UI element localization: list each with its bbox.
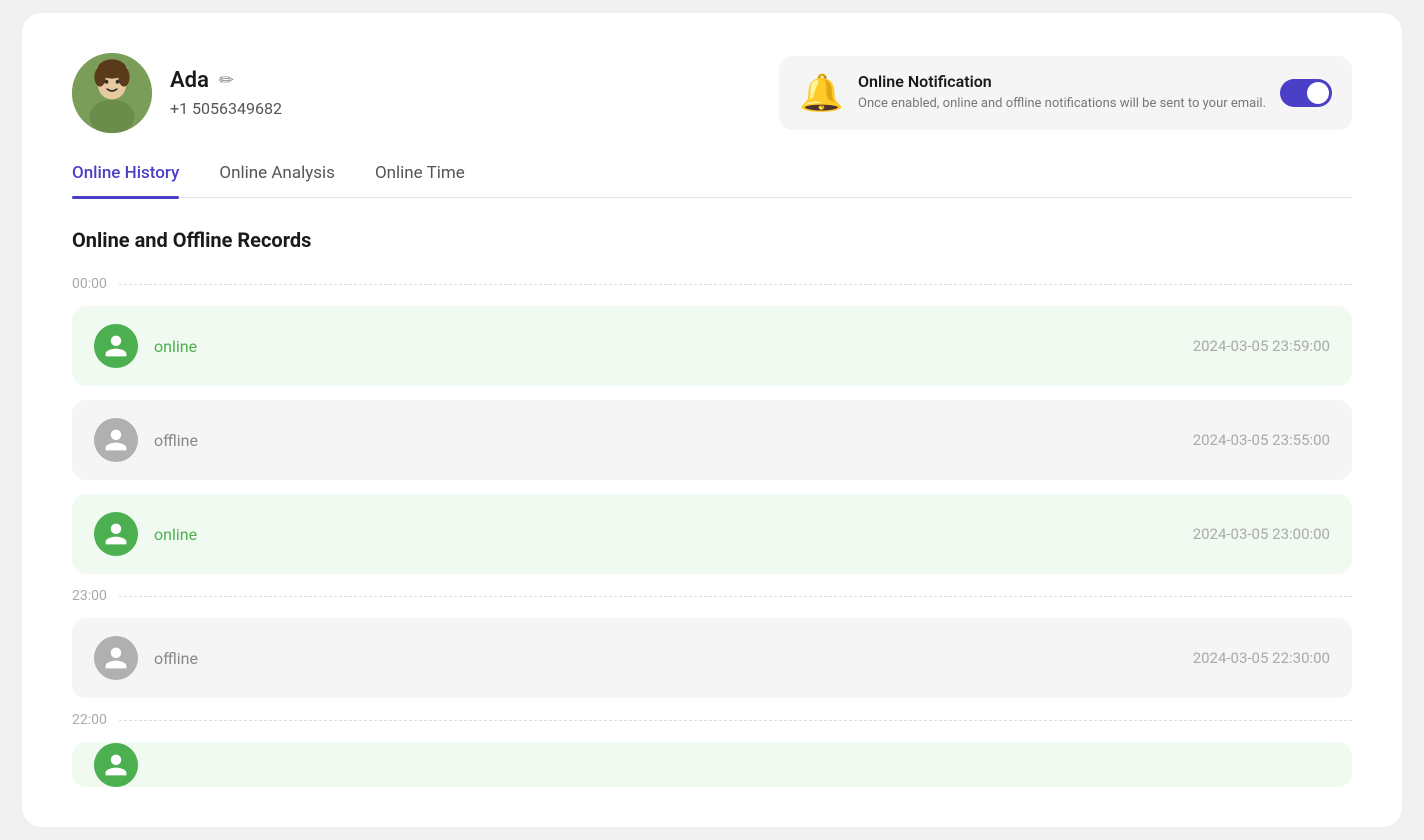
status-label-online: online	[154, 525, 1177, 544]
main-card: Ada ✏ +1 5056349682 🔔 Online Notificatio…	[22, 13, 1402, 827]
edit-icon[interactable]: ✏	[219, 70, 234, 91]
avatar	[72, 53, 152, 133]
record-timestamp: 2024-03-05 23:55:00	[1193, 431, 1330, 449]
notification-toggle[interactable]	[1280, 79, 1332, 107]
record-timestamp: 2024-03-05 23:00:00	[1193, 525, 1330, 543]
tab-online-time[interactable]: Online Time	[375, 163, 465, 197]
time-marker-2200: 22:00	[72, 712, 1352, 728]
record-item: online 2024-03-05 23:00:00	[72, 494, 1352, 574]
time-marker-0000: 00:00	[72, 276, 1352, 292]
record-item: online 2024-03-05 23:59:00	[72, 306, 1352, 386]
record-timestamp: 2024-03-05 22:30:00	[1193, 649, 1330, 667]
status-label-offline: offline	[154, 649, 1177, 668]
online-status-icon	[94, 743, 138, 787]
status-label-online: online	[154, 337, 1177, 356]
timeline: 00:00 online 2024-03-05 23:59:00 offline…	[72, 276, 1352, 787]
record-item: offline 2024-03-05 23:55:00	[72, 400, 1352, 480]
offline-status-icon	[94, 636, 138, 680]
user-name: Ada	[170, 68, 209, 93]
status-label-offline: offline	[154, 431, 1177, 450]
notification-title: Online Notification	[858, 72, 1266, 91]
record-item	[72, 742, 1352, 787]
tab-online-analysis[interactable]: Online Analysis	[219, 163, 335, 197]
user-phone: +1 5056349682	[170, 99, 282, 118]
offline-status-icon	[94, 418, 138, 462]
record-item: offline 2024-03-05 22:30:00	[72, 618, 1352, 698]
notification-description: Once enabled, online and offline notific…	[858, 95, 1266, 113]
notification-card: 🔔 Online Notification Once enabled, onli…	[779, 56, 1352, 130]
online-status-icon	[94, 512, 138, 556]
record-timestamp: 2024-03-05 23:59:00	[1193, 337, 1330, 355]
online-status-icon	[94, 324, 138, 368]
section-title: Online and Offline Records	[72, 228, 1352, 252]
user-info: Ada ✏ +1 5056349682	[72, 53, 282, 133]
user-name-row: Ada ✏	[170, 68, 282, 93]
header: Ada ✏ +1 5056349682 🔔 Online Notificatio…	[72, 53, 1352, 133]
tab-online-history[interactable]: Online History	[72, 163, 179, 197]
time-marker-2300: 23:00	[72, 588, 1352, 604]
tabs: Online History Online Analysis Online Ti…	[72, 163, 1352, 198]
notification-text: Online Notification Once enabled, online…	[858, 72, 1266, 113]
user-details: Ada ✏ +1 5056349682	[170, 68, 282, 118]
bell-icon: 🔔	[799, 72, 844, 114]
